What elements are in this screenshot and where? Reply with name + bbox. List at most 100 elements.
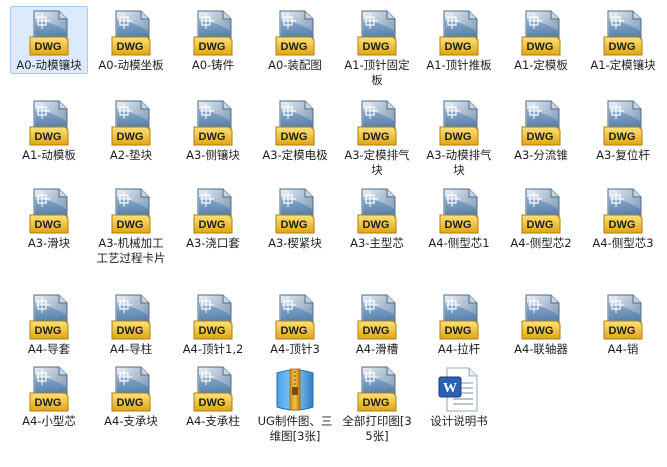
dwg-icon: DWG [353, 9, 401, 57]
dwg-icon: DWG [271, 187, 319, 235]
dwg-icon: DWG [435, 187, 483, 235]
file-name: A0-动模镶块 [16, 58, 82, 72]
file-item[interactable]: DWG A4-侧型芯2 [502, 184, 580, 252]
file-name: A0-装配图 [268, 58, 322, 72]
dwg-icon-text: DWG [527, 325, 554, 337]
file-item[interactable]: DWG A3-浇口套 [174, 184, 252, 252]
dwg-icon-text: DWG [281, 325, 308, 337]
dwg-icon: DWG [353, 99, 401, 147]
file-name: A3-定模电极 [262, 148, 328, 162]
file-name: A3-定模排气块 [344, 148, 410, 177]
dwg-icon-text: DWG [117, 41, 144, 53]
dwg-icon: DWG [353, 293, 401, 341]
file-item[interactable]: DWG A3-动模排气块 [420, 96, 498, 179]
dwg-icon-text: DWG [35, 219, 62, 231]
file-item[interactable]: DWG A4-支承柱 [174, 362, 252, 430]
file-name: A4-联轴器 [514, 342, 568, 356]
dwg-icon-text: DWG [363, 397, 390, 409]
file-item[interactable]: DWG A3-滑块 [10, 184, 88, 252]
file-item[interactable]: DWG A3-定模电极 [256, 96, 334, 164]
file-item[interactable]: DWG A3-定模排气块 [338, 96, 416, 179]
dwg-icon: DWG [435, 293, 483, 341]
file-item[interactable]: DWG A4-小型芯 [10, 362, 88, 430]
file-item[interactable]: DWG A4-拉杆 [420, 290, 498, 358]
dwg-icon: DWG [189, 9, 237, 57]
dwg-icon-text: DWG [527, 131, 554, 143]
dwg-icon-text: DWG [35, 41, 62, 53]
dwg-icon-text: DWG [199, 219, 226, 231]
file-item[interactable]: DWG A3-分流锥 [502, 96, 580, 164]
file-item[interactable]: DWG A4-侧型芯1 [420, 184, 498, 252]
file-item[interactable]: UG制件图、三维图[3张] [256, 362, 334, 445]
dwg-icon: DWG [435, 9, 483, 57]
dwg-icon-text: DWG [609, 131, 636, 143]
dwg-icon: DWG [599, 187, 647, 235]
dwg-icon: DWG [25, 9, 73, 57]
file-name: A3-滑块 [27, 236, 71, 250]
dwg-icon: DWG [271, 99, 319, 147]
dwg-icon-text: DWG [117, 131, 144, 143]
file-item[interactable]: DWG A0-铸件 [174, 6, 252, 74]
file-item[interactable]: DWG A3-主型芯 [338, 184, 416, 252]
file-item[interactable]: DWG A4-顶针3 [256, 290, 334, 358]
file-grid: DWG A0-动模镶块 DWG A0-动模坐板 DWG A0-铸件 DWG A0… [0, 0, 667, 467]
file-item[interactable]: DWG A3-楔紧块 [256, 184, 334, 252]
dwg-icon-text: DWG [609, 41, 636, 53]
file-item[interactable]: W 设计说明书 [420, 362, 498, 430]
dwg-icon: DWG [271, 293, 319, 341]
file-item[interactable]: DWG A3-侧镶块 [174, 96, 252, 164]
dwg-icon-text: DWG [117, 325, 144, 337]
file-item[interactable]: DWG A1-定模板 [502, 6, 580, 74]
file-item[interactable]: DWG A0-动模坐板 [92, 6, 170, 74]
dwg-icon-text: DWG [199, 131, 226, 143]
file-name: A4-顶针1,2 [182, 342, 244, 356]
dwg-icon-text: DWG [363, 325, 390, 337]
dwg-icon-text: DWG [35, 325, 62, 337]
file-item[interactable]: DWG A2-垫块 [92, 96, 170, 164]
file-item[interactable]: DWG A3-机械加工工艺过程卡片 [92, 184, 170, 267]
file-item[interactable]: DWG A4-联轴器 [502, 290, 580, 358]
file-item[interactable]: DWG A4-顶针1,2 [174, 290, 252, 358]
file-name: A3-浇口套 [186, 236, 240, 250]
dwg-icon: DWG [435, 99, 483, 147]
dwg-icon-text: DWG [117, 397, 144, 409]
file-item[interactable]: DWG A4-支承块 [92, 362, 170, 430]
file-name: A3-分流锥 [514, 148, 568, 162]
file-item[interactable]: DWG A0-装配图 [256, 6, 334, 74]
dwg-icon: DWG [189, 187, 237, 235]
file-name: A1-动模板 [22, 148, 76, 162]
file-name: A2-垫块 [109, 148, 153, 162]
dwg-icon: DWG [25, 99, 73, 147]
dwg-icon-text: DWG [527, 219, 554, 231]
file-item[interactable]: DWG A1-顶针推板 [420, 6, 498, 74]
dwg-icon-text: DWG [363, 131, 390, 143]
dwg-icon: DWG [353, 365, 401, 413]
file-item[interactable]: DWG A4-侧型芯3 [584, 184, 662, 252]
file-item[interactable]: DWG A4-导套 [10, 290, 88, 358]
dwg-icon-text: DWG [281, 219, 308, 231]
file-item[interactable]: DWG A3-复位杆 [584, 96, 662, 164]
dwg-icon: DWG [107, 99, 155, 147]
file-name: A3-机械加工工艺过程卡片 [96, 236, 166, 265]
file-name: A0-铸件 [191, 58, 235, 72]
dwg-icon: DWG [599, 9, 647, 57]
file-item[interactable]: DWG A4-导柱 [92, 290, 170, 358]
file-item[interactable]: DWG 全部打印图[35张] [338, 362, 416, 445]
file-item[interactable]: DWG A1-定模镶块 [584, 6, 662, 74]
dwg-icon-text: DWG [363, 41, 390, 53]
dwg-icon-text: DWG [199, 41, 226, 53]
file-name: A4-拉杆 [437, 342, 481, 356]
file-item[interactable]: DWG A4-销 [584, 290, 662, 358]
dwg-icon-text: DWG [35, 131, 62, 143]
dwg-icon: DWG [107, 187, 155, 235]
dwg-icon-text: DWG [35, 397, 62, 409]
dwg-icon: DWG [189, 293, 237, 341]
file-name: A4-导套 [27, 342, 71, 356]
dwg-icon: DWG [517, 293, 565, 341]
file-item[interactable]: DWG A1-动模板 [10, 96, 88, 164]
file-name: A3-复位杆 [596, 148, 650, 162]
file-item[interactable]: DWG A4-滑槽 [338, 290, 416, 358]
file-item[interactable]: DWG A0-动模镶块 [10, 6, 88, 74]
file-item[interactable]: DWG A1-顶针固定板 [338, 6, 416, 89]
file-name: A4-支承块 [104, 414, 158, 428]
